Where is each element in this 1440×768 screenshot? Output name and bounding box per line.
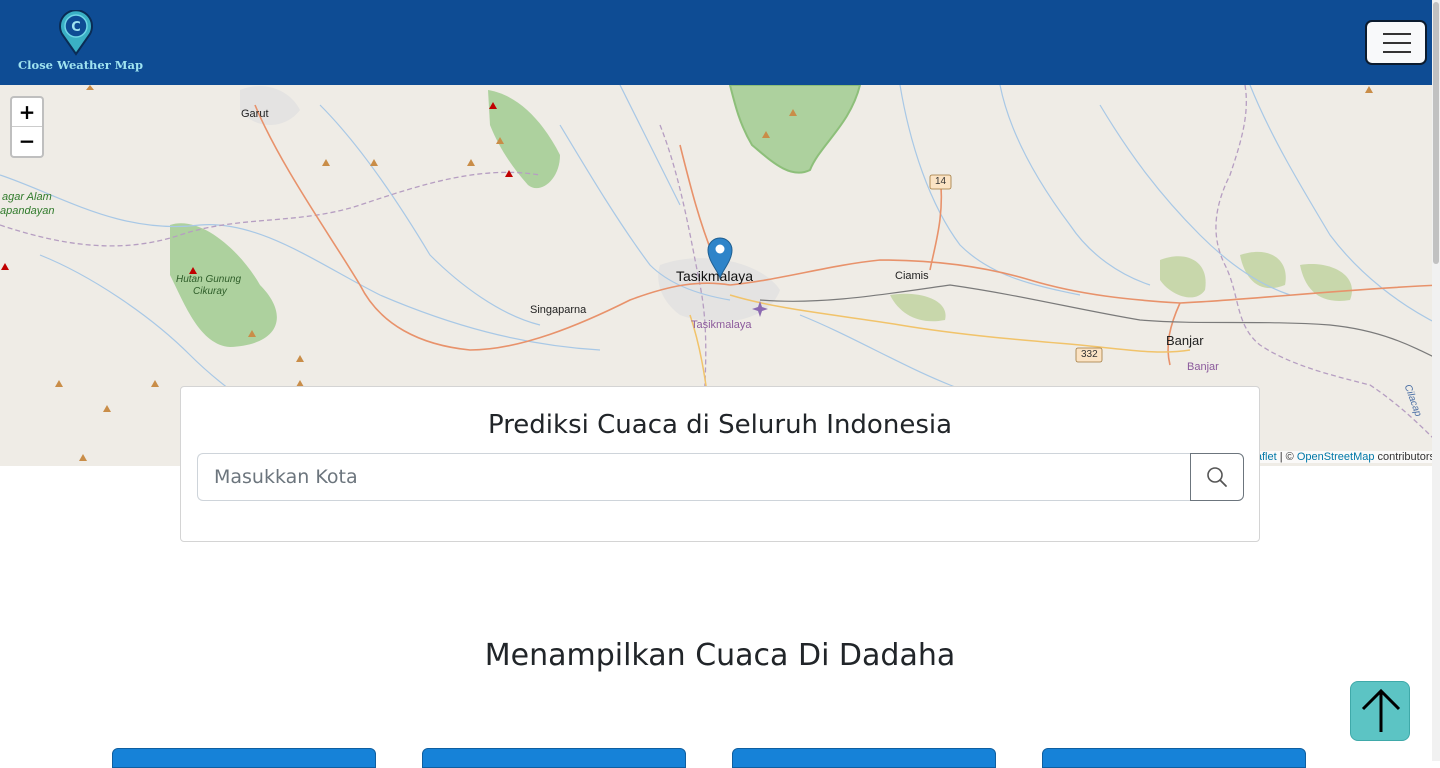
page-scrollbar[interactable]	[1432, 0, 1440, 761]
zoom-out-button[interactable]: −	[12, 127, 42, 156]
openstreetmap-link[interactable]: OpenStreetMap	[1297, 451, 1375, 463]
search-card: Prediksi Cuaca di Seluruh Indonesia	[180, 386, 1260, 542]
city-search-input[interactable]	[197, 453, 1191, 501]
navbar: C Close Weather Map	[0, 0, 1440, 85]
scrollbar-thumb[interactable]	[1433, 2, 1439, 264]
weather-card[interactable]	[1042, 748, 1306, 768]
location-marker-icon[interactable]	[705, 235, 735, 279]
attribution-contributors: contributors	[1374, 451, 1435, 463]
road-number-14: 14	[935, 176, 947, 187]
zoom-in-button[interactable]: +	[12, 98, 42, 127]
brand-link[interactable]: C Close Weather Map	[14, 10, 143, 74]
search-icon	[1207, 467, 1227, 487]
place-hutan-gunung-name: Cikuray	[193, 286, 227, 297]
road-number-332: 332	[1081, 349, 1098, 360]
attribution-separator: | ©	[1276, 451, 1297, 463]
brand-title: Close Weather Map	[18, 58, 144, 72]
navbar-toggle-button[interactable]	[1365, 20, 1427, 65]
place-ciamis: Ciamis	[895, 270, 929, 282]
place-garut: Garut	[241, 108, 269, 120]
zoom-control: + −	[10, 96, 44, 158]
search-title: Prediksi Cuaca di Seluruh Indonesia	[487, 410, 953, 440]
place-banjar-district: Banjar	[1187, 361, 1219, 373]
svg-text:C: C	[71, 20, 81, 35]
place-hutan-gunung: Hutan Gunung	[176, 274, 242, 285]
weather-card[interactable]	[112, 748, 376, 768]
place-singaparna: Singaparna	[530, 304, 587, 316]
back-to-top-button[interactable]	[1350, 681, 1410, 741]
arrow-up-icon	[1361, 688, 1401, 732]
place-tasikmalaya-district: Tasikmalaya	[691, 319, 752, 331]
weather-section-title: Menampilkan Cuaca Di Dadaha	[484, 638, 956, 673]
map-attribution: aflet | © OpenStreetMap contributors	[1251, 451, 1435, 463]
place-cagar-alam-name: apandayan	[0, 205, 55, 217]
map-pin-logo-icon: C	[59, 10, 93, 56]
weather-card[interactable]	[732, 748, 996, 768]
weather-card[interactable]	[422, 748, 686, 768]
place-cagar-alam: agar Alam	[2, 191, 52, 203]
search-button[interactable]	[1190, 453, 1244, 501]
place-banjar: Banjar	[1166, 333, 1204, 348]
